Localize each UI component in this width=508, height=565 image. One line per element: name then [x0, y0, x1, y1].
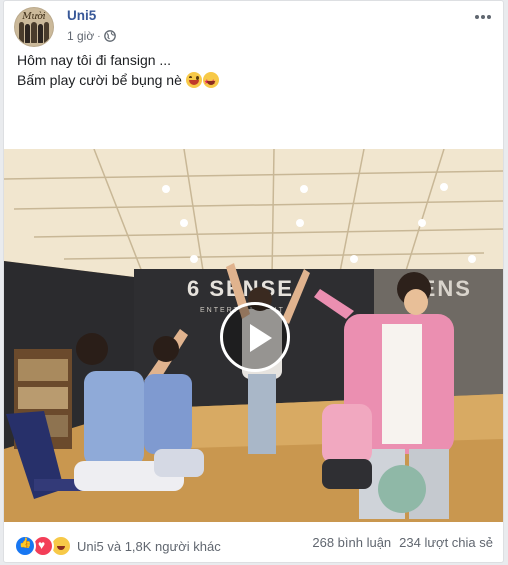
reaction-summary-text[interactable]: Uni5 và 1,8K người khác	[77, 539, 221, 554]
avatar-title: Mười	[22, 12, 46, 22]
engagement-counts: 268 bình luận 234 lượt chia sẻ	[312, 535, 493, 550]
post-text-line: Hôm nay tôi đi fansign ...	[17, 52, 172, 68]
post-footer: Uni5 và 1,8K người khác 268 bình luận 23…	[14, 532, 493, 560]
globe-icon[interactable]	[103, 30, 116, 42]
page-name-link[interactable]: Uni5	[67, 8, 96, 23]
post-text-line: Bấm play cười bể bụng nè	[17, 71, 491, 92]
post-text-line-2: Bấm play cười bể bụng nè	[17, 72, 182, 88]
post-card: Mười Uni5 1 giờ · Hôm nay tôi đi fansign…	[3, 0, 504, 563]
post-header: Mười Uni5 1 giờ ·	[14, 7, 493, 47]
post-time[interactable]: 1 giờ	[67, 29, 94, 43]
avatar-photo	[19, 22, 50, 43]
share-count-link[interactable]: 234 lượt chia sẻ	[399, 535, 493, 550]
post-text: Hôm nay tôi đi fansign ... Bấm play cười…	[17, 51, 491, 92]
like-icon	[14, 535, 36, 557]
more-options-icon[interactable]	[473, 10, 493, 22]
play-button[interactable]	[220, 302, 290, 372]
meta-separator: ·	[97, 30, 101, 42]
video-player[interactable]: 6 SENSE ENTERTAINMENT SENS	[4, 149, 503, 522]
star-struck-emoji-icon	[202, 72, 219, 92]
avatar[interactable]: Mười	[14, 7, 54, 47]
laughing-emoji-icon	[185, 72, 202, 88]
comment-count-link[interactable]: 268 bình luận	[312, 535, 391, 550]
reaction-summary[interactable]: Uni5 và 1,8K người khác	[14, 535, 221, 557]
post-meta: 1 giờ ·	[67, 29, 116, 43]
